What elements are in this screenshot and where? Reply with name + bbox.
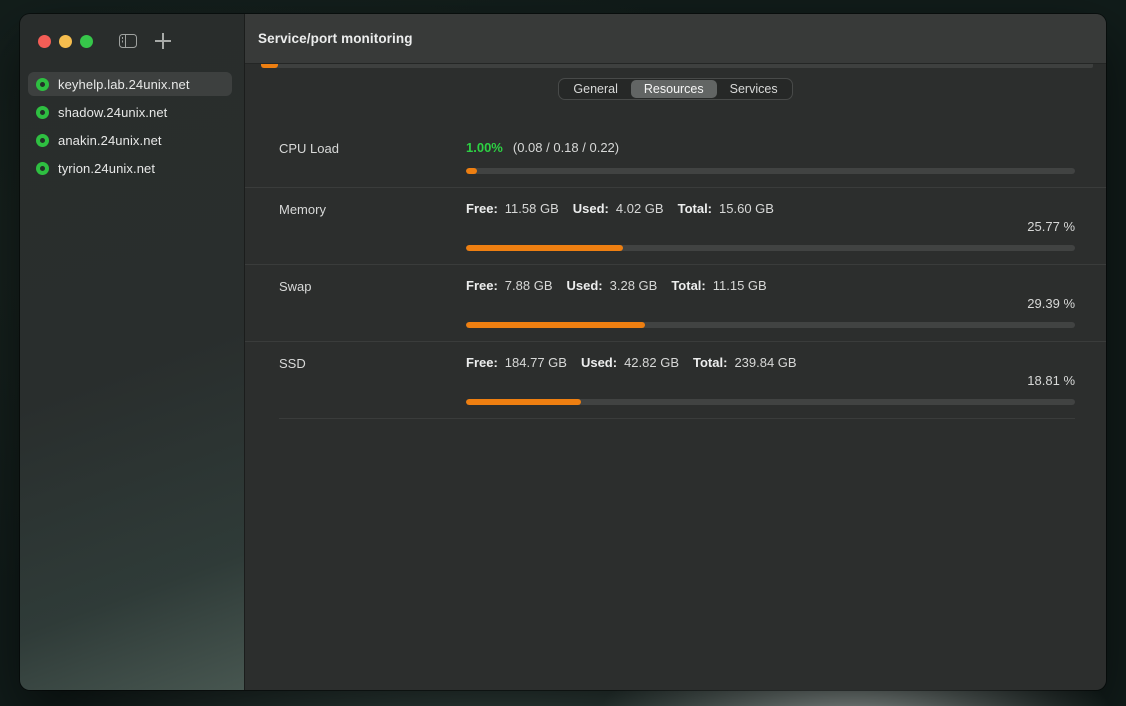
bottom-separator [279, 418, 1075, 419]
swap-usage-bar-fill [466, 322, 645, 328]
refresh-progress-fill [261, 64, 278, 68]
server-name: anakin.24unix.net [58, 133, 162, 148]
sidebar-toggle-icon[interactable] [119, 34, 137, 48]
row-label: Swap [279, 278, 466, 328]
usage-percent: 18.81 % [466, 373, 1075, 388]
free-value: 184.77 GB [505, 355, 567, 370]
cpu-load-averages: (0.08 / 0.18 / 0.22) [513, 140, 619, 155]
server-list: keyhelp.lab.24unix.net shadow.24unix.net… [20, 68, 244, 180]
add-server-button[interactable] [155, 33, 171, 49]
free-label: Free: [466, 355, 498, 370]
total-label: Total: [693, 355, 727, 370]
free-label: Free: [466, 278, 498, 293]
sidebar-item-server[interactable]: keyhelp.lab.24unix.net [28, 72, 232, 96]
used-value: 4.02 GB [616, 201, 664, 216]
server-name: tyrion.24unix.net [58, 161, 155, 176]
sidebar-item-server[interactable]: tyrion.24unix.net [28, 156, 232, 180]
traffic-lights [38, 35, 93, 48]
ssd-usage-bar [466, 399, 1075, 405]
tab-bar: General Resources Services [558, 78, 792, 100]
main-panel: Service/port monitoring General Resource… [245, 14, 1106, 690]
used-value: 42.82 GB [624, 355, 679, 370]
free-label: Free: [466, 201, 498, 216]
server-online-status-icon [36, 162, 49, 175]
total-label: Total: [671, 278, 705, 293]
sidebar-header [20, 14, 244, 68]
memory-usage-bar [466, 245, 1075, 251]
cpu-load-row: CPU Load 1.00% (0.08 / 0.18 / 0.22) [245, 127, 1106, 187]
row-label: Memory [279, 201, 466, 251]
sidebar: keyhelp.lab.24unix.net shadow.24unix.net… [20, 14, 245, 690]
free-value: 7.88 GB [505, 278, 553, 293]
tab-services[interactable]: Services [717, 80, 791, 98]
page-title: Service/port monitoring [258, 31, 413, 46]
used-label: Used: [581, 355, 617, 370]
usage-percent: 25.77 % [466, 219, 1075, 234]
cpu-load-bar [466, 168, 1075, 174]
total-value: 239.84 GB [734, 355, 796, 370]
row-label: CPU Load [279, 140, 466, 174]
ssd-row: SSD Free: 184.77 GB Used: 42.82 GB Total… [245, 341, 1106, 418]
used-value: 3.28 GB [610, 278, 658, 293]
server-online-status-icon [36, 78, 49, 91]
window-titlebar: Service/port monitoring [245, 14, 1106, 64]
sidebar-item-server[interactable]: shadow.24unix.net [28, 100, 232, 124]
refresh-progress-track [261, 64, 1093, 68]
swap-row: Swap Free: 7.88 GB Used: 3.28 GB Total: … [245, 264, 1106, 341]
total-label: Total: [678, 201, 712, 216]
cpu-percent-value: 1.00% [466, 140, 503, 155]
sidebar-item-server[interactable]: anakin.24unix.net [28, 128, 232, 152]
server-online-status-icon [36, 106, 49, 119]
total-value: 11.15 GB [713, 278, 767, 293]
usage-percent: 29.39 % [466, 296, 1075, 311]
tab-resources[interactable]: Resources [631, 80, 717, 98]
resource-list: CPU Load 1.00% (0.08 / 0.18 / 0.22) Memo… [245, 127, 1106, 419]
memory-usage-bar-fill [466, 245, 623, 251]
ssd-usage-bar-fill [466, 399, 581, 405]
tab-general[interactable]: General [560, 80, 630, 98]
total-value: 15.60 GB [719, 201, 774, 216]
minimize-button[interactable] [59, 35, 72, 48]
free-value: 11.58 GB [505, 201, 559, 216]
row-label: SSD [279, 355, 466, 405]
memory-row: Memory Free: 11.58 GB Used: 4.02 GB Tota… [245, 187, 1106, 264]
content-area: General Resources Services CPU Load 1.00… [245, 69, 1106, 690]
used-label: Used: [573, 201, 609, 216]
server-name: shadow.24unix.net [58, 105, 167, 120]
server-online-status-icon [36, 134, 49, 147]
zoom-button[interactable] [80, 35, 93, 48]
app-window: keyhelp.lab.24unix.net shadow.24unix.net… [20, 14, 1106, 690]
swap-usage-bar [466, 322, 1075, 328]
server-name: keyhelp.lab.24unix.net [58, 77, 190, 92]
cpu-load-bar-fill [466, 168, 477, 174]
used-label: Used: [567, 278, 603, 293]
close-button[interactable] [38, 35, 51, 48]
